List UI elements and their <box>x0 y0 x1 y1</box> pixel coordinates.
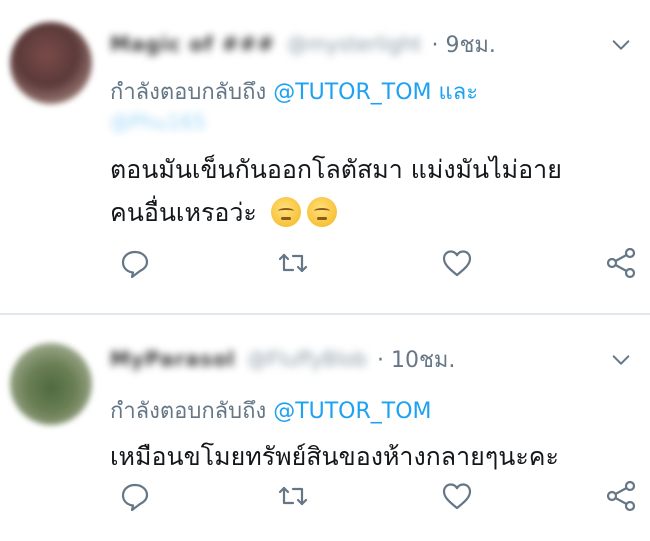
replying-to-label: กำลังตอบกลับถึง <box>110 399 267 424</box>
share-icon <box>606 247 636 279</box>
tweet-header: MyParasol @FluffyBlob · 10ชม. <box>110 339 455 379</box>
author-name[interactable]: Magic of ### <box>110 32 275 56</box>
tweet[interactable]: Magic of ### @mysterlight · 9ชม. กำลังตอ… <box>0 0 650 314</box>
mention-link[interactable]: @TUTOR_TOM <box>273 80 431 105</box>
replying-to: กำลังตอบกลับถึง @TUTOR_TOM <box>110 393 432 428</box>
tweet[interactable]: MyParasol @FluffyBlob · 10ชม. กำลังตอบกล… <box>0 315 650 541</box>
author-handle[interactable]: @mysterlight <box>287 32 421 56</box>
like-button[interactable] <box>440 479 474 513</box>
pensive-face-emoji <box>306 197 337 227</box>
pensive-face-emoji <box>270 197 301 227</box>
tweet-text: ตอนมันเข็นกันออกโลตัสมา แม่งมันไม่อาย คน… <box>110 148 630 234</box>
retweet-button[interactable] <box>276 246 310 280</box>
reply-icon <box>121 483 149 512</box>
avatar[interactable] <box>10 343 92 425</box>
reply-icon <box>121 250 149 279</box>
retweet-icon <box>278 486 308 506</box>
chevron-down-icon[interactable] <box>610 34 632 56</box>
tweet-timestamp[interactable]: · 10ชม. <box>377 342 455 377</box>
chevron-down-icon[interactable] <box>610 349 632 371</box>
tweet-text-line: ตอนมันเข็นกันออกโลตัสมา แม่งมันไม่อาย <box>110 155 562 184</box>
heart-icon <box>442 483 472 510</box>
mention-link[interactable]: @Phu165 <box>110 110 206 134</box>
tweet-text-line: เหมือนขโมยทรัพย์สินของห้างกลายๆนะคะ <box>110 442 559 471</box>
share-button[interactable] <box>604 479 638 513</box>
tweet-text-line-2: คนอื่นเหรอว่ะ <box>110 191 630 234</box>
mention-link[interactable]: @TUTOR_TOM <box>273 399 431 424</box>
tweet-timestamp[interactable]: · 9ชม. <box>432 27 496 62</box>
tweet-text: เหมือนขโมยทรัพย์สินของห้างกลายๆนะคะ <box>110 435 630 478</box>
replying-to-label: กำลังตอบกลับถึง <box>110 80 267 105</box>
share-icon <box>606 480 636 512</box>
retweet-icon <box>278 253 308 273</box>
tweet-actions <box>110 479 640 519</box>
heart-icon <box>442 250 472 277</box>
replying-to-and: และ <box>438 80 479 105</box>
retweet-button[interactable] <box>276 479 310 513</box>
author-name[interactable]: MyParasol <box>110 347 235 371</box>
avatar[interactable] <box>10 22 92 104</box>
replying-to: กำลังตอบกลับถึง @TUTOR_TOM และ <box>110 74 478 109</box>
tweet-text-line: คนอื่นเหรอว่ะ <box>110 198 257 227</box>
tweet-actions <box>110 246 640 286</box>
tweet-header: Magic of ### @mysterlight · 9ชม. <box>110 24 496 64</box>
reply-button[interactable] <box>118 479 152 513</box>
reply-button[interactable] <box>118 246 152 280</box>
like-button[interactable] <box>440 246 474 280</box>
author-handle[interactable]: @FluffyBlob <box>247 347 367 371</box>
share-button[interactable] <box>604 246 638 280</box>
